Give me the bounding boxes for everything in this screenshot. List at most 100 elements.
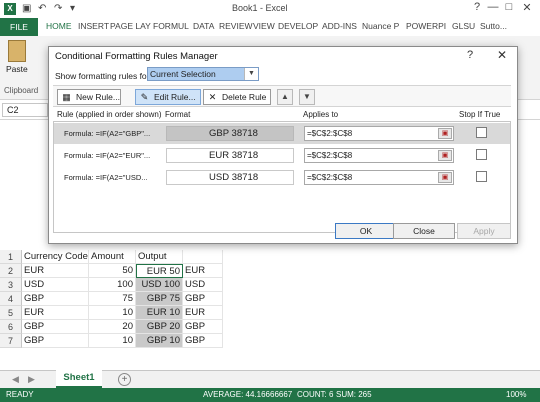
tab-page-layout[interactable]: PAGE LAY bbox=[110, 21, 151, 31]
range-select-icon[interactable]: ▣ bbox=[438, 150, 452, 161]
cell[interactable]: GBP bbox=[22, 292, 89, 306]
zoom-level[interactable]: 100% bbox=[506, 388, 526, 402]
cell[interactable]: 100 bbox=[89, 278, 136, 292]
edit-rule-button[interactable]: ✎ Edit Rule... bbox=[135, 89, 201, 105]
row-header[interactable]: 4 bbox=[0, 292, 22, 306]
maximize-icon[interactable]: □ bbox=[502, 1, 516, 13]
range-select-icon[interactable]: ▣ bbox=[438, 128, 452, 139]
cell[interactable]: GBP bbox=[22, 320, 89, 334]
clipboard-group-label: Clipboard bbox=[4, 86, 39, 95]
cell[interactable]: Currency Code bbox=[22, 250, 89, 264]
tab-developer[interactable]: DEVELOP bbox=[278, 21, 318, 31]
add-sheet-icon[interactable]: + bbox=[118, 373, 131, 386]
move-up-button[interactable]: ▲ bbox=[277, 89, 293, 105]
cell[interactable]: EUR bbox=[22, 264, 89, 278]
stop-if-true-checkbox[interactable] bbox=[476, 171, 487, 182]
paste-icon[interactable] bbox=[8, 40, 26, 62]
rule-row[interactable]: Formula: =IF(A2="USD... USD 38718 =$C$2:… bbox=[54, 167, 510, 188]
excel-logo-icon: X bbox=[4, 3, 16, 15]
tab-nuance[interactable]: Nuance P bbox=[362, 21, 399, 31]
cell[interactable]: USD 100 bbox=[136, 278, 183, 292]
stop-column-header: Stop If True bbox=[459, 110, 501, 119]
stop-if-true-checkbox[interactable] bbox=[476, 149, 487, 160]
tab-user[interactable]: Sutto... bbox=[480, 21, 507, 31]
cell[interactable] bbox=[183, 250, 223, 264]
cell[interactable]: GBP 20 bbox=[136, 320, 183, 334]
edit-rule-icon: ✎ bbox=[140, 92, 149, 102]
new-rule-label: New Rule... bbox=[76, 92, 120, 102]
stop-if-true-checkbox[interactable] bbox=[476, 127, 487, 138]
sheet-tab[interactable]: Sheet1 bbox=[56, 370, 102, 388]
rules-list: Formula: =IF(A2="GBP"... GBP 38718 =$C$2… bbox=[53, 121, 511, 233]
ok-button[interactable]: OK bbox=[335, 223, 397, 239]
rule-row[interactable]: Formula: =IF(A2="EUR"... EUR 38718 =$C$2… bbox=[54, 145, 510, 166]
row-header[interactable]: 6 bbox=[0, 320, 22, 334]
cell[interactable]: 10 bbox=[89, 334, 136, 348]
row-header[interactable]: 2 bbox=[0, 264, 22, 278]
new-rule-button[interactable]: ▦ New Rule... bbox=[57, 89, 121, 105]
applies-to-field[interactable]: =$C$2:$C$8 ▣ bbox=[304, 148, 454, 163]
active-cell[interactable]: EUR 50 bbox=[136, 264, 183, 278]
save-icon[interactable]: ▣ bbox=[22, 3, 31, 14]
close-button[interactable]: Close bbox=[393, 223, 455, 239]
undo-icon[interactable]: ↶ bbox=[38, 3, 46, 14]
apply-button[interactable]: Apply bbox=[457, 223, 511, 239]
cell[interactable]: 10 bbox=[89, 306, 136, 320]
tab-data[interactable]: DATA bbox=[193, 21, 214, 31]
cell[interactable]: GBP bbox=[183, 292, 223, 306]
cell[interactable]: Output bbox=[136, 250, 183, 264]
cell[interactable]: USD bbox=[22, 278, 89, 292]
delete-rule-button[interactable]: ✕ Delete Rule bbox=[203, 89, 271, 105]
row-header[interactable]: 7 bbox=[0, 334, 22, 348]
cell[interactable]: GBP 10 bbox=[136, 334, 183, 348]
applies-to-field[interactable]: =$C$2:$C$8 ▣ bbox=[304, 170, 454, 185]
tab-glsu[interactable]: GLSU bbox=[452, 21, 475, 31]
row-header[interactable]: 1 bbox=[0, 250, 22, 264]
prev-sheet-icon[interactable]: ◀ bbox=[12, 374, 19, 385]
cell[interactable]: GBP bbox=[183, 320, 223, 334]
rule-formula: Formula: =IF(A2="USD... bbox=[64, 173, 148, 182]
delete-rule-label: Delete Rule bbox=[222, 92, 267, 102]
cell[interactable]: GBP 75 bbox=[136, 292, 183, 306]
help-icon[interactable]: ? bbox=[467, 49, 473, 61]
rule-row[interactable]: Formula: =IF(A2="GBP"... GBP 38718 =$C$2… bbox=[54, 123, 510, 144]
applies-to-field[interactable]: =$C$2:$C$8 ▣ bbox=[304, 126, 454, 141]
next-sheet-icon[interactable]: ▶ bbox=[28, 374, 35, 385]
move-down-button[interactable]: ▼ bbox=[299, 89, 315, 105]
cell[interactable]: 75 bbox=[89, 292, 136, 306]
cell[interactable]: 50 bbox=[89, 264, 136, 278]
close-icon[interactable]: ✕ bbox=[497, 48, 507, 62]
tab-powerpivot[interactable]: POWERPI bbox=[406, 21, 446, 31]
tab-review[interactable]: REVIEW bbox=[219, 21, 253, 31]
customize-icon[interactable]: ▾ bbox=[70, 3, 75, 14]
show-rules-select[interactable]: Current Selection ▼ bbox=[147, 67, 259, 81]
row-header[interactable]: 5 bbox=[0, 306, 22, 320]
delete-icon: ✕ bbox=[208, 92, 217, 102]
tab-insert[interactable]: INSERT bbox=[78, 21, 109, 31]
tab-add-ins[interactable]: ADD-INS bbox=[322, 21, 357, 31]
tab-file[interactable]: FILE bbox=[0, 18, 38, 36]
applies-to-value: =$C$2:$C$8 bbox=[307, 151, 353, 160]
cell[interactable]: Amount bbox=[89, 250, 136, 264]
cell[interactable]: EUR 10 bbox=[136, 306, 183, 320]
chevron-down-icon[interactable]: ▼ bbox=[244, 68, 258, 80]
redo-icon[interactable]: ↷ bbox=[54, 3, 62, 14]
cell[interactable]: USD bbox=[183, 278, 223, 292]
cell[interactable]: EUR bbox=[22, 306, 89, 320]
cell[interactable]: GBP bbox=[183, 334, 223, 348]
cell[interactable]: GBP bbox=[22, 334, 89, 348]
minimize-icon[interactable]: — bbox=[486, 1, 500, 13]
worksheet-grid[interactable]: 1 Currency Code Amount Output 2 EUR 50 E… bbox=[0, 248, 540, 364]
paste-button[interactable]: Paste bbox=[6, 64, 28, 74]
tab-home[interactable]: HOME bbox=[46, 21, 72, 31]
cell[interactable]: 20 bbox=[89, 320, 136, 334]
row-header[interactable]: 3 bbox=[0, 278, 22, 292]
help-icon[interactable]: ? bbox=[470, 1, 484, 13]
range-select-icon[interactable]: ▣ bbox=[438, 172, 452, 183]
tab-formulas[interactable]: FORMUL bbox=[153, 21, 189, 31]
tab-view[interactable]: VIEW bbox=[253, 21, 275, 31]
close-window-icon[interactable]: ✕ bbox=[520, 1, 534, 14]
name-box[interactable]: C2 bbox=[2, 103, 48, 117]
cell[interactable]: EUR bbox=[183, 306, 223, 320]
cell[interactable]: EUR bbox=[183, 264, 223, 278]
